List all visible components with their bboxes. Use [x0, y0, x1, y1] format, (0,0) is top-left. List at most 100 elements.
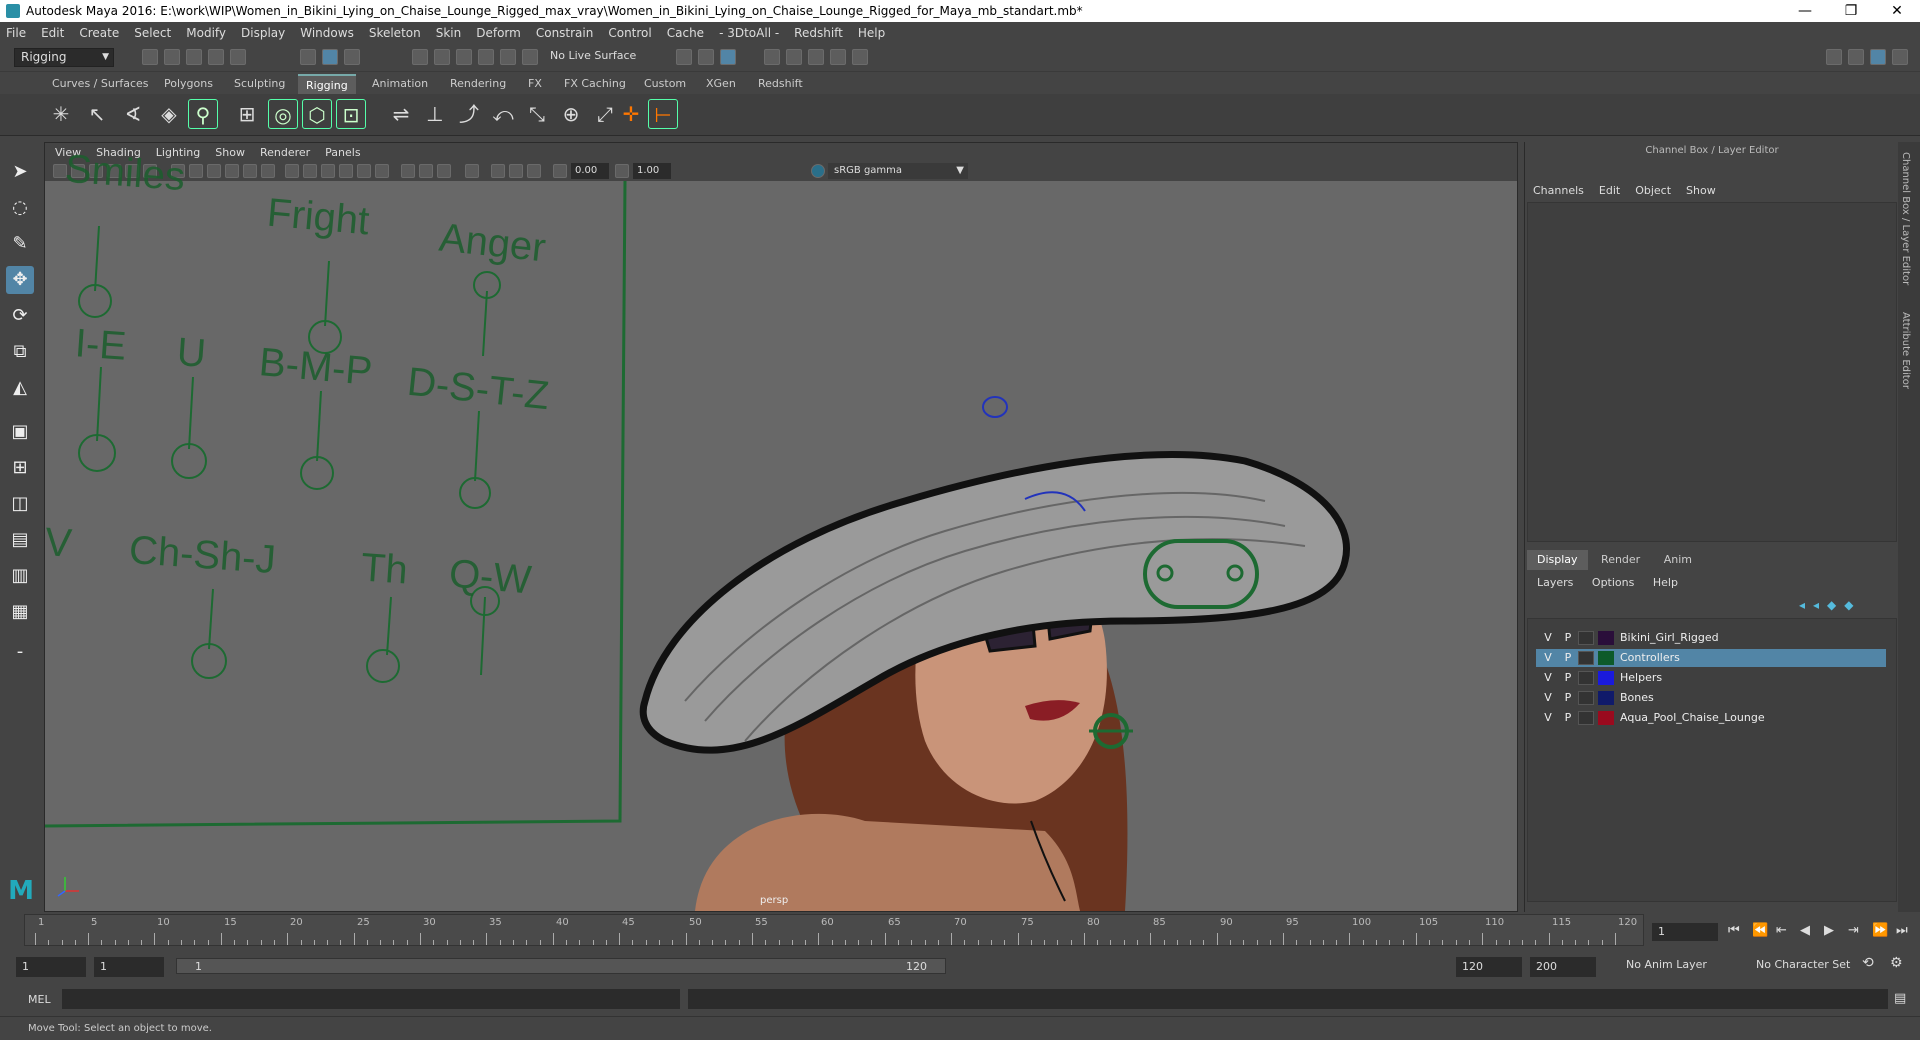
modeling-toolkit-icon[interactable] — [1826, 49, 1842, 65]
play-forward-icon[interactable]: ▶ — [1824, 923, 1834, 938]
output-ops-icon[interactable] — [698, 49, 714, 65]
exposure-icon[interactable] — [553, 164, 567, 178]
color-management-icon[interactable] — [811, 164, 825, 178]
face-control[interactable] — [459, 477, 491, 509]
parent-constraint-icon[interactable]: ⊥ — [420, 99, 450, 129]
channel-box-icon[interactable] — [1870, 49, 1886, 65]
layer-visibility-toggle[interactable]: V — [1540, 629, 1556, 647]
scene-start-field[interactable]: 1 — [16, 957, 86, 977]
render-settings-icon[interactable] — [830, 49, 846, 65]
layer-playback-toggle[interactable]: P — [1560, 669, 1576, 687]
menu-cache[interactable]: Cache — [667, 26, 704, 40]
menu-create[interactable]: Create — [79, 26, 119, 40]
snap-grid-icon[interactable] — [412, 49, 428, 65]
preferences-icon[interactable]: ⚙ — [1890, 955, 1903, 971]
minimize-button[interactable]: — — [1782, 3, 1828, 19]
construction-history-icon[interactable] — [720, 49, 736, 65]
gamma-field[interactable]: 1.00 — [633, 163, 671, 179]
menu-edit[interactable]: Edit — [41, 26, 64, 40]
go-start-icon[interactable]: ⏮ — [1728, 923, 1740, 938]
go-end-icon[interactable]: ⏭ — [1896, 923, 1908, 938]
face-control[interactable] — [171, 443, 207, 479]
cluster-icon[interactable]: ⊞ — [232, 99, 262, 129]
joint-tool-icon[interactable]: ✳ — [46, 99, 76, 129]
current-frame-field[interactable]: 1 — [1652, 923, 1718, 941]
layer-playback-toggle[interactable]: P — [1560, 709, 1576, 727]
layer-row[interactable]: V P Bones — [1536, 689, 1886, 707]
menu-windows[interactable]: Windows — [300, 26, 354, 40]
bind-skin-icon[interactable]: ⇌ — [386, 99, 416, 129]
menu-skin[interactable]: Skin — [436, 26, 462, 40]
new-scene-icon[interactable] — [142, 49, 158, 65]
anti-alias-icon[interactable] — [437, 164, 451, 178]
live-surface-field[interactable]: No Live Surface — [550, 49, 636, 62]
move-tool-icon[interactable]: ✥ — [6, 266, 34, 294]
snap-point-icon[interactable] — [456, 49, 472, 65]
shelf-tab-redshift[interactable]: Redshift — [750, 74, 811, 94]
motion-blur-icon[interactable] — [419, 164, 433, 178]
input-ops-icon[interactable] — [676, 49, 692, 65]
le-menu-options[interactable]: Options — [1592, 576, 1634, 589]
layer-row[interactable]: V P Bikini_Girl_Rigged — [1536, 629, 1886, 647]
set-driven-key-icon[interactable]: ⊢ — [648, 99, 678, 129]
playback-end-field[interactable]: 120 — [1456, 957, 1522, 977]
character-set-dropdown[interactable]: No Character Set — [1756, 958, 1850, 971]
viewport-scene[interactable]: Smiles Fright Anger I-E U B-M-P D-S-T-Z … — [44, 147, 1517, 911]
layer-row[interactable]: V P Aqua_Pool_Chaise_Lounge — [1536, 709, 1886, 727]
hypershade-icon[interactable] — [852, 49, 868, 65]
shelf-tab-polygons[interactable]: Polygons — [156, 74, 221, 94]
insert-joint-icon[interactable]: ◈ — [154, 99, 184, 129]
field-chart-icon[interactable] — [243, 164, 257, 178]
scene-end-field[interactable]: 200 — [1530, 957, 1596, 977]
cb-menu-object[interactable]: Object — [1635, 184, 1671, 197]
step-back-icon[interactable]: ⏪ — [1752, 923, 1768, 938]
menu-skeleton[interactable]: Skeleton — [369, 26, 421, 40]
vp-menu-show[interactable]: Show — [215, 146, 245, 159]
layer-visibility-toggle[interactable]: V — [1540, 649, 1556, 667]
close-button[interactable]: ✕ — [1874, 3, 1920, 19]
menu-select[interactable]: Select — [134, 26, 171, 40]
smooth-shade-icon[interactable] — [303, 164, 317, 178]
select-tool-icon[interactable]: ➤ — [6, 158, 34, 186]
layer-color-swatch[interactable] — [1598, 671, 1614, 685]
menu-3dtoall[interactable]: - 3DtoAll - — [719, 26, 779, 40]
xray-icon[interactable] — [491, 164, 505, 178]
script-editor-icon[interactable]: ▤ — [1894, 991, 1906, 1006]
wrap-icon[interactable]: ⬡ — [302, 99, 332, 129]
ambient-occlusion-icon[interactable] — [401, 164, 415, 178]
layer-tab-display[interactable]: Display — [1527, 550, 1588, 570]
shelf-tab-custom[interactable]: Custom — [636, 74, 694, 94]
humanik-icon[interactable]: ⚲ — [188, 99, 218, 129]
wireframe-on-shaded-icon[interactable] — [321, 164, 335, 178]
select-hierarchy-icon[interactable] — [300, 49, 316, 65]
head-ik-control[interactable] — [982, 396, 1008, 418]
shelf-tab-animation[interactable]: Animation — [364, 74, 436, 94]
tool-settings-icon[interactable] — [1892, 49, 1908, 65]
layer-action-icons[interactable]: ◂◂◆◆ — [1799, 598, 1862, 612]
face-control[interactable] — [300, 456, 334, 490]
layer-display-type[interactable] — [1578, 631, 1594, 645]
layer-color-swatch[interactable] — [1598, 651, 1614, 665]
layer-playback-toggle[interactable]: P — [1560, 629, 1576, 647]
snap-view-icon[interactable] — [478, 49, 494, 65]
isolate-select-icon[interactable] — [465, 164, 479, 178]
step-back-key-icon[interactable]: ⇤ — [1776, 923, 1787, 938]
shelf-tab-curves[interactable]: Curves / Surfaces — [44, 74, 157, 94]
layer-display-type[interactable] — [1578, 691, 1594, 705]
shelf-tab-sculpting[interactable]: Sculpting — [226, 74, 293, 94]
scale-tool-icon[interactable]: ⧉ — [6, 338, 34, 366]
shelf-tab-fx[interactable]: FX — [520, 74, 550, 94]
layer-color-swatch[interactable] — [1598, 691, 1614, 705]
layer-visibility-toggle[interactable]: V — [1540, 689, 1556, 707]
layout-four-icon[interactable]: ⊞ — [6, 454, 34, 482]
xray-components-icon[interactable] — [527, 164, 541, 178]
step-forward-icon[interactable]: ⏩ — [1872, 923, 1888, 938]
layout-outliner-icon[interactable]: ▤ — [6, 526, 34, 554]
snap-curve-icon[interactable] — [434, 49, 450, 65]
cb-menu-channels[interactable]: Channels — [1533, 184, 1584, 197]
ik-handle-icon[interactable]: ↖ — [82, 99, 112, 129]
textured-icon[interactable] — [339, 164, 353, 178]
lattice-icon[interactable]: ◎ — [268, 99, 298, 129]
undo-icon[interactable] — [208, 49, 224, 65]
auto-key-icon[interactable]: ⟲ — [1862, 955, 1874, 971]
